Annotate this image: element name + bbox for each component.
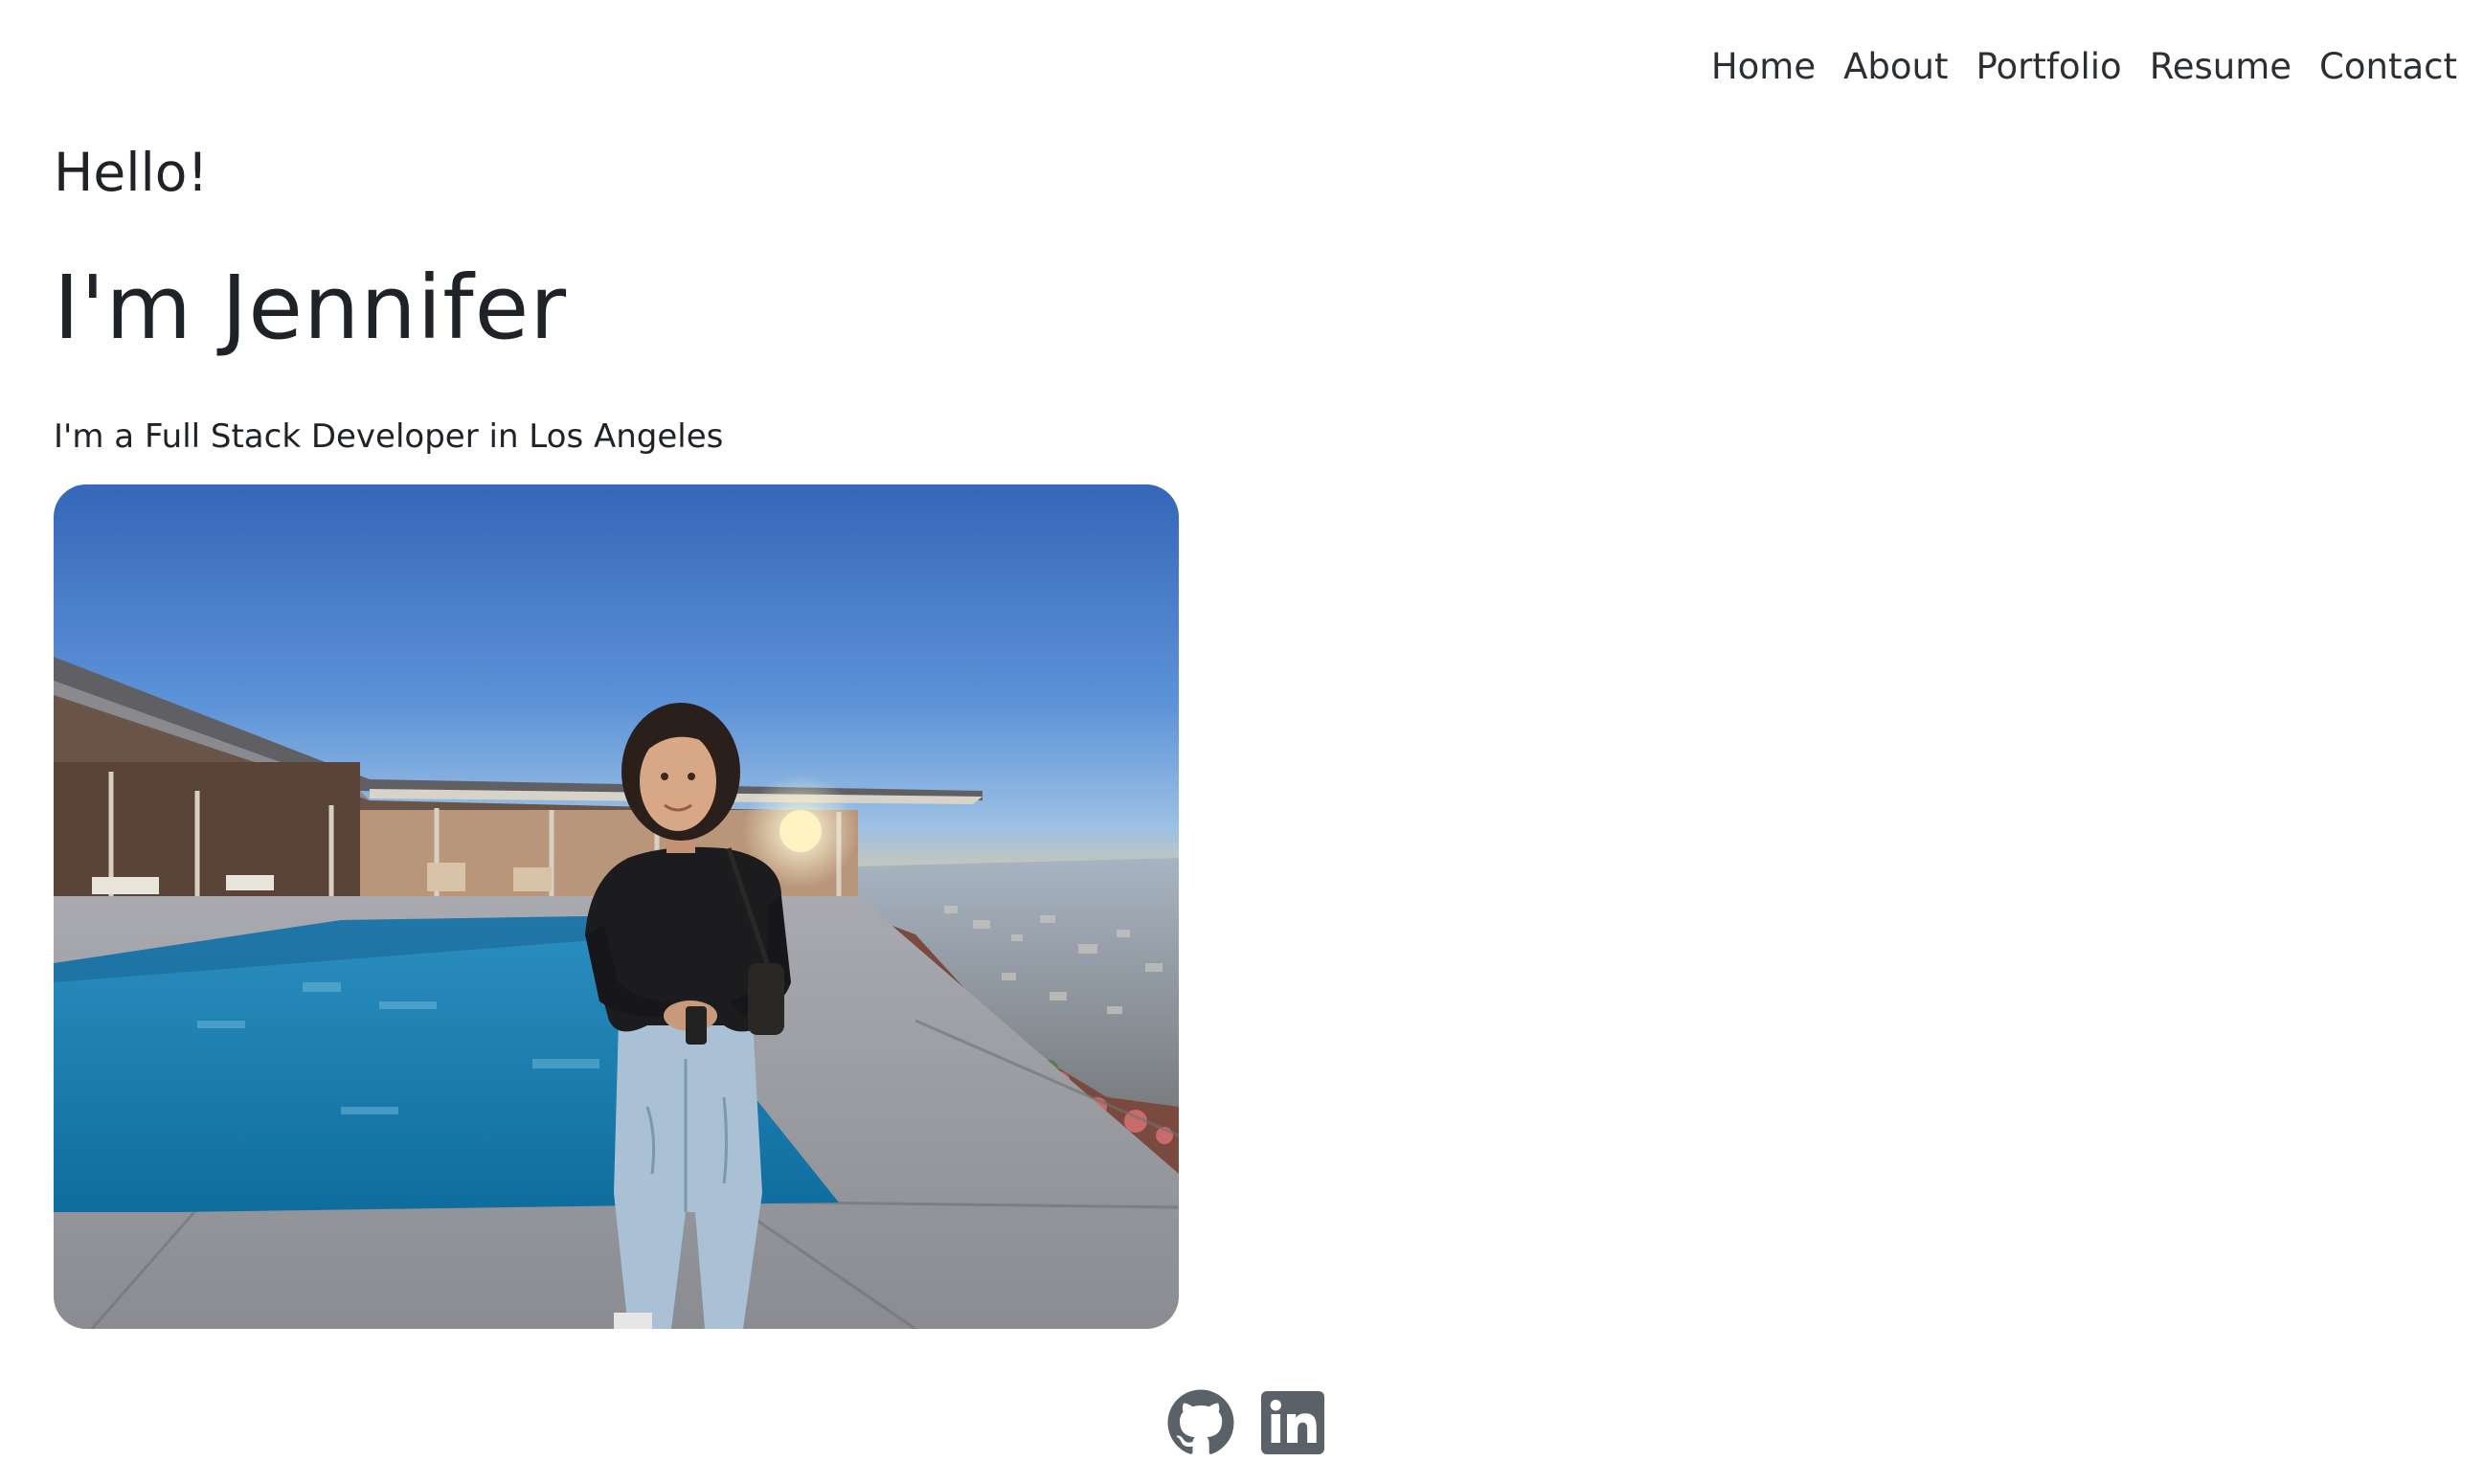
social-links [1166, 1388, 1327, 1457]
nav-home-link[interactable]: Home [1711, 42, 1816, 92]
top-nav: Home About Portfolio Resume Contact [1711, 42, 2457, 92]
nav-resume-link[interactable]: Resume [2150, 42, 2292, 92]
linkedin-icon[interactable] [1258, 1388, 1327, 1457]
nav-contact-link[interactable]: Contact [2319, 42, 2457, 92]
nav-about-link[interactable]: About [1843, 42, 1948, 92]
greeting-heading: Hello! [54, 142, 209, 203]
name-heading: I'm Jennifer [54, 257, 568, 359]
nav-portfolio-link[interactable]: Portfolio [1976, 42, 2121, 92]
tagline-text: I'm a Full Stack Developer in Los Angele… [54, 417, 724, 456]
profile-photo [54, 484, 1179, 1329]
page: Home About Portfolio Resume Contact Hell… [0, 0, 2484, 1484]
github-icon[interactable] [1166, 1388, 1235, 1457]
